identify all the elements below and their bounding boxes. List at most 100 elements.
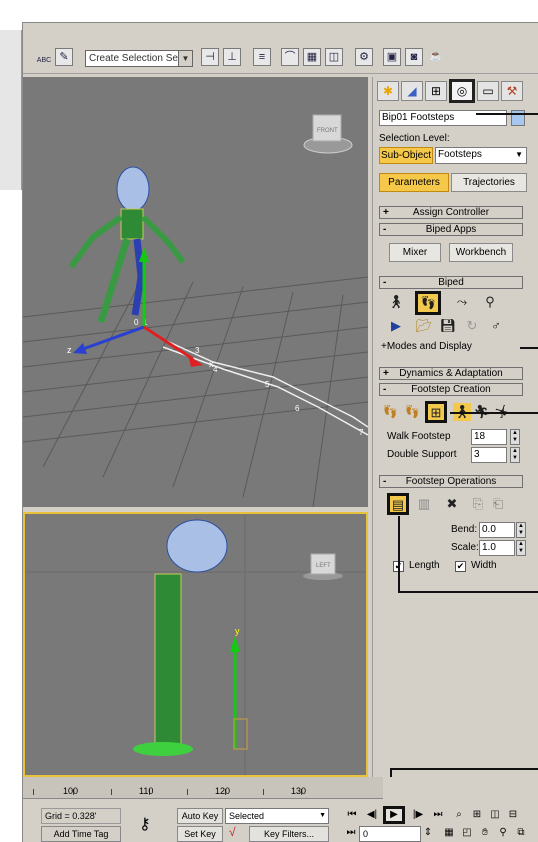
character-body[interactable] bbox=[154, 573, 182, 745]
load-file-icon[interactable]: 📂︎ bbox=[415, 317, 433, 335]
edit-named-selection-icon[interactable]: ✎ bbox=[55, 48, 73, 66]
rollout-title: Biped bbox=[438, 277, 464, 288]
modes-display-label[interactable]: +Modes and Display bbox=[381, 341, 472, 352]
set-key-button[interactable]: Set Key bbox=[177, 826, 223, 842]
rollout-toggle: - bbox=[383, 277, 387, 288]
copy-footsteps-icon[interactable]: ⎘ bbox=[469, 495, 487, 513]
current-frame-field[interactable]: 0 bbox=[359, 826, 421, 842]
tab-trajectories[interactable]: Trajectories bbox=[451, 173, 527, 192]
character-head[interactable] bbox=[116, 166, 150, 212]
double-support-spinner[interactable]: ▲ ▼ bbox=[510, 447, 520, 463]
zoom-icon[interactable]: ⌕ bbox=[451, 808, 467, 822]
motion-tab-icon[interactable]: ◎ bbox=[449, 79, 475, 103]
chevron-down-icon[interactable]: ▼ bbox=[178, 51, 192, 66]
key-selection-dropdown[interactable]: Selected ▼ bbox=[225, 808, 329, 824]
move-all-mode-icon[interactable]: ♂ bbox=[487, 317, 505, 335]
zoom-all-icon[interactable]: ⊞ bbox=[469, 808, 485, 822]
region-zoom-icon[interactable]: ◰ bbox=[459, 826, 475, 840]
footstep-mode-icon[interactable]: 👣︎ bbox=[415, 291, 441, 315]
mirror-icon[interactable]: ⊣ bbox=[201, 48, 219, 66]
maximize-viewport-icon[interactable]: ⧉ bbox=[513, 826, 529, 840]
key-curve-icon[interactable]: √ bbox=[229, 825, 236, 839]
motion-flow-mode-icon[interactable]: ⤳ bbox=[453, 293, 471, 311]
field-of-view-icon[interactable]: ▦ bbox=[441, 826, 457, 840]
render-frame-icon[interactable]: ▣ bbox=[383, 48, 401, 66]
create-keys-inactive-icon[interactable]: ⊞ bbox=[425, 401, 447, 423]
named-selection-combo[interactable]: Create Selection Se ▼ bbox=[85, 50, 193, 67]
zoom-extents-icon[interactable]: ◫ bbox=[487, 808, 503, 822]
rollout-footstep-operations[interactable]: - Footstep Operations bbox=[379, 475, 523, 488]
gizmo-x-axis[interactable] bbox=[143, 325, 194, 361]
modify-tab-icon[interactable]: ◢ bbox=[401, 81, 423, 101]
schematic-view-icon[interactable]: ▦ bbox=[303, 48, 321, 66]
character-head[interactable] bbox=[166, 519, 228, 573]
rollout-biped-apps[interactable]: - Biped Apps bbox=[379, 223, 523, 236]
create-footsteps-append-icon[interactable]: 👣︎ bbox=[381, 403, 399, 421]
gizmo-z-axis[interactable] bbox=[82, 325, 145, 351]
walk-footstep-spinner[interactable]: ▲ ▼ bbox=[510, 429, 520, 445]
play-biped-icon[interactable]: ▶ bbox=[387, 317, 405, 335]
mixer-button[interactable]: Mixer bbox=[389, 243, 441, 262]
quick-render-icon[interactable]: ◙ bbox=[405, 48, 423, 66]
create-tab-icon[interactable]: ✱ bbox=[377, 81, 399, 101]
deactivate-footsteps-icon[interactable]: ▥ bbox=[415, 495, 433, 513]
save-file-icon[interactable]: 💾︎ bbox=[439, 317, 457, 335]
ruler-label: 130 bbox=[291, 786, 307, 796]
align-icon[interactable]: ⊥ bbox=[223, 48, 241, 66]
hierarchy-tab-icon[interactable]: ⊞ bbox=[425, 81, 447, 101]
render-setup-icon[interactable]: ⚙ bbox=[355, 48, 373, 66]
display-tab-icon[interactable]: ▭ bbox=[477, 81, 499, 101]
viewcube-label: LEFT bbox=[316, 563, 331, 569]
perspective-viewport[interactable]: FRONT 3 4 5 6 7 0 1 z x bbox=[23, 77, 368, 507]
goto-start-icon[interactable]: ⏮ bbox=[343, 808, 361, 822]
character-torso[interactable] bbox=[120, 208, 144, 240]
rollout-biped[interactable]: - Biped bbox=[379, 276, 523, 289]
rollout-dynamics[interactable]: + Dynamics & Adaptation bbox=[379, 367, 523, 380]
width-checkbox[interactable]: ✔ bbox=[455, 561, 466, 572]
subobject-dropdown[interactable]: Footsteps ▼ bbox=[435, 147, 527, 164]
key-icon[interactable]: ⚷ bbox=[139, 814, 151, 834]
pan-icon[interactable]: ✋︎ bbox=[477, 826, 493, 840]
layer-manager-icon[interactable]: ≡ bbox=[253, 48, 271, 66]
figure-mode-icon[interactable]: 🚶︎ bbox=[387, 293, 405, 311]
curve-editor-icon[interactable]: ⌒ bbox=[281, 48, 299, 66]
chevron-down-icon: ▼ bbox=[319, 812, 326, 819]
rollout-footstep-creation[interactable]: - Footstep Creation bbox=[379, 383, 523, 396]
double-support-input[interactable]: 3 bbox=[471, 447, 507, 463]
key-filters-button[interactable]: Key Filters... bbox=[249, 826, 329, 842]
zoom-extents-all-icon[interactable]: ⊟ bbox=[505, 808, 521, 822]
orbit-icon[interactable]: ⚲ bbox=[495, 826, 511, 840]
ruler-tick bbox=[111, 789, 112, 795]
frame-spinner[interactable]: ⇕ bbox=[423, 826, 433, 840]
activate-footsteps-icon[interactable]: ▤ bbox=[387, 493, 409, 515]
left-viewport[interactable]: LEFT y bbox=[23, 512, 368, 777]
create-footsteps-current-icon[interactable]: 👣︎ bbox=[403, 403, 421, 421]
key-mode-icon[interactable]: ⏭ bbox=[343, 826, 359, 840]
rollout-assign-controller[interactable]: + Assign Controller bbox=[379, 206, 523, 219]
workbench-button[interactable]: Workbench bbox=[449, 243, 513, 262]
teapot-icon[interactable]: ☕ bbox=[427, 48, 445, 66]
scale-input[interactable]: 1.0 bbox=[479, 540, 515, 556]
play-icon[interactable]: ▶ bbox=[383, 806, 405, 824]
material-editor-icon[interactable]: ◫ bbox=[325, 48, 343, 66]
bend-spinner[interactable]: ▲ ▼ bbox=[516, 522, 526, 538]
delete-footsteps-icon[interactable]: ✖ bbox=[443, 495, 461, 513]
scale-spinner[interactable]: ▲ ▼ bbox=[516, 540, 526, 556]
callout-line-activate-v bbox=[398, 516, 400, 592]
next-frame-icon[interactable]: |▶ bbox=[409, 808, 427, 822]
tab-parameters[interactable]: Parameters bbox=[379, 173, 449, 192]
bend-input[interactable]: 0.0 bbox=[479, 522, 515, 538]
goto-end-icon[interactable]: ⏭ bbox=[429, 808, 447, 822]
walk-footstep-input[interactable]: 18 bbox=[471, 429, 507, 445]
paste-footsteps-icon[interactable]: ⎗ bbox=[489, 495, 507, 513]
utilities-tab-icon[interactable]: ⚒ bbox=[501, 81, 523, 101]
subobject-button[interactable]: Sub-Object bbox=[379, 147, 433, 164]
add-time-tag-button[interactable]: Add Time Tag bbox=[41, 826, 121, 842]
convert-icon[interactable]: ↻ bbox=[463, 317, 481, 335]
mixer-mode-icon[interactable]: ⚲ bbox=[481, 293, 499, 311]
abc-icon[interactable]: ABC bbox=[35, 48, 53, 66]
rollout-toggle: - bbox=[383, 384, 387, 395]
timeline-ruler[interactable]: 100 110 120 130 bbox=[23, 777, 383, 799]
previous-frame-icon[interactable]: ◀| bbox=[363, 808, 381, 822]
auto-key-button[interactable]: Auto Key bbox=[177, 808, 223, 824]
